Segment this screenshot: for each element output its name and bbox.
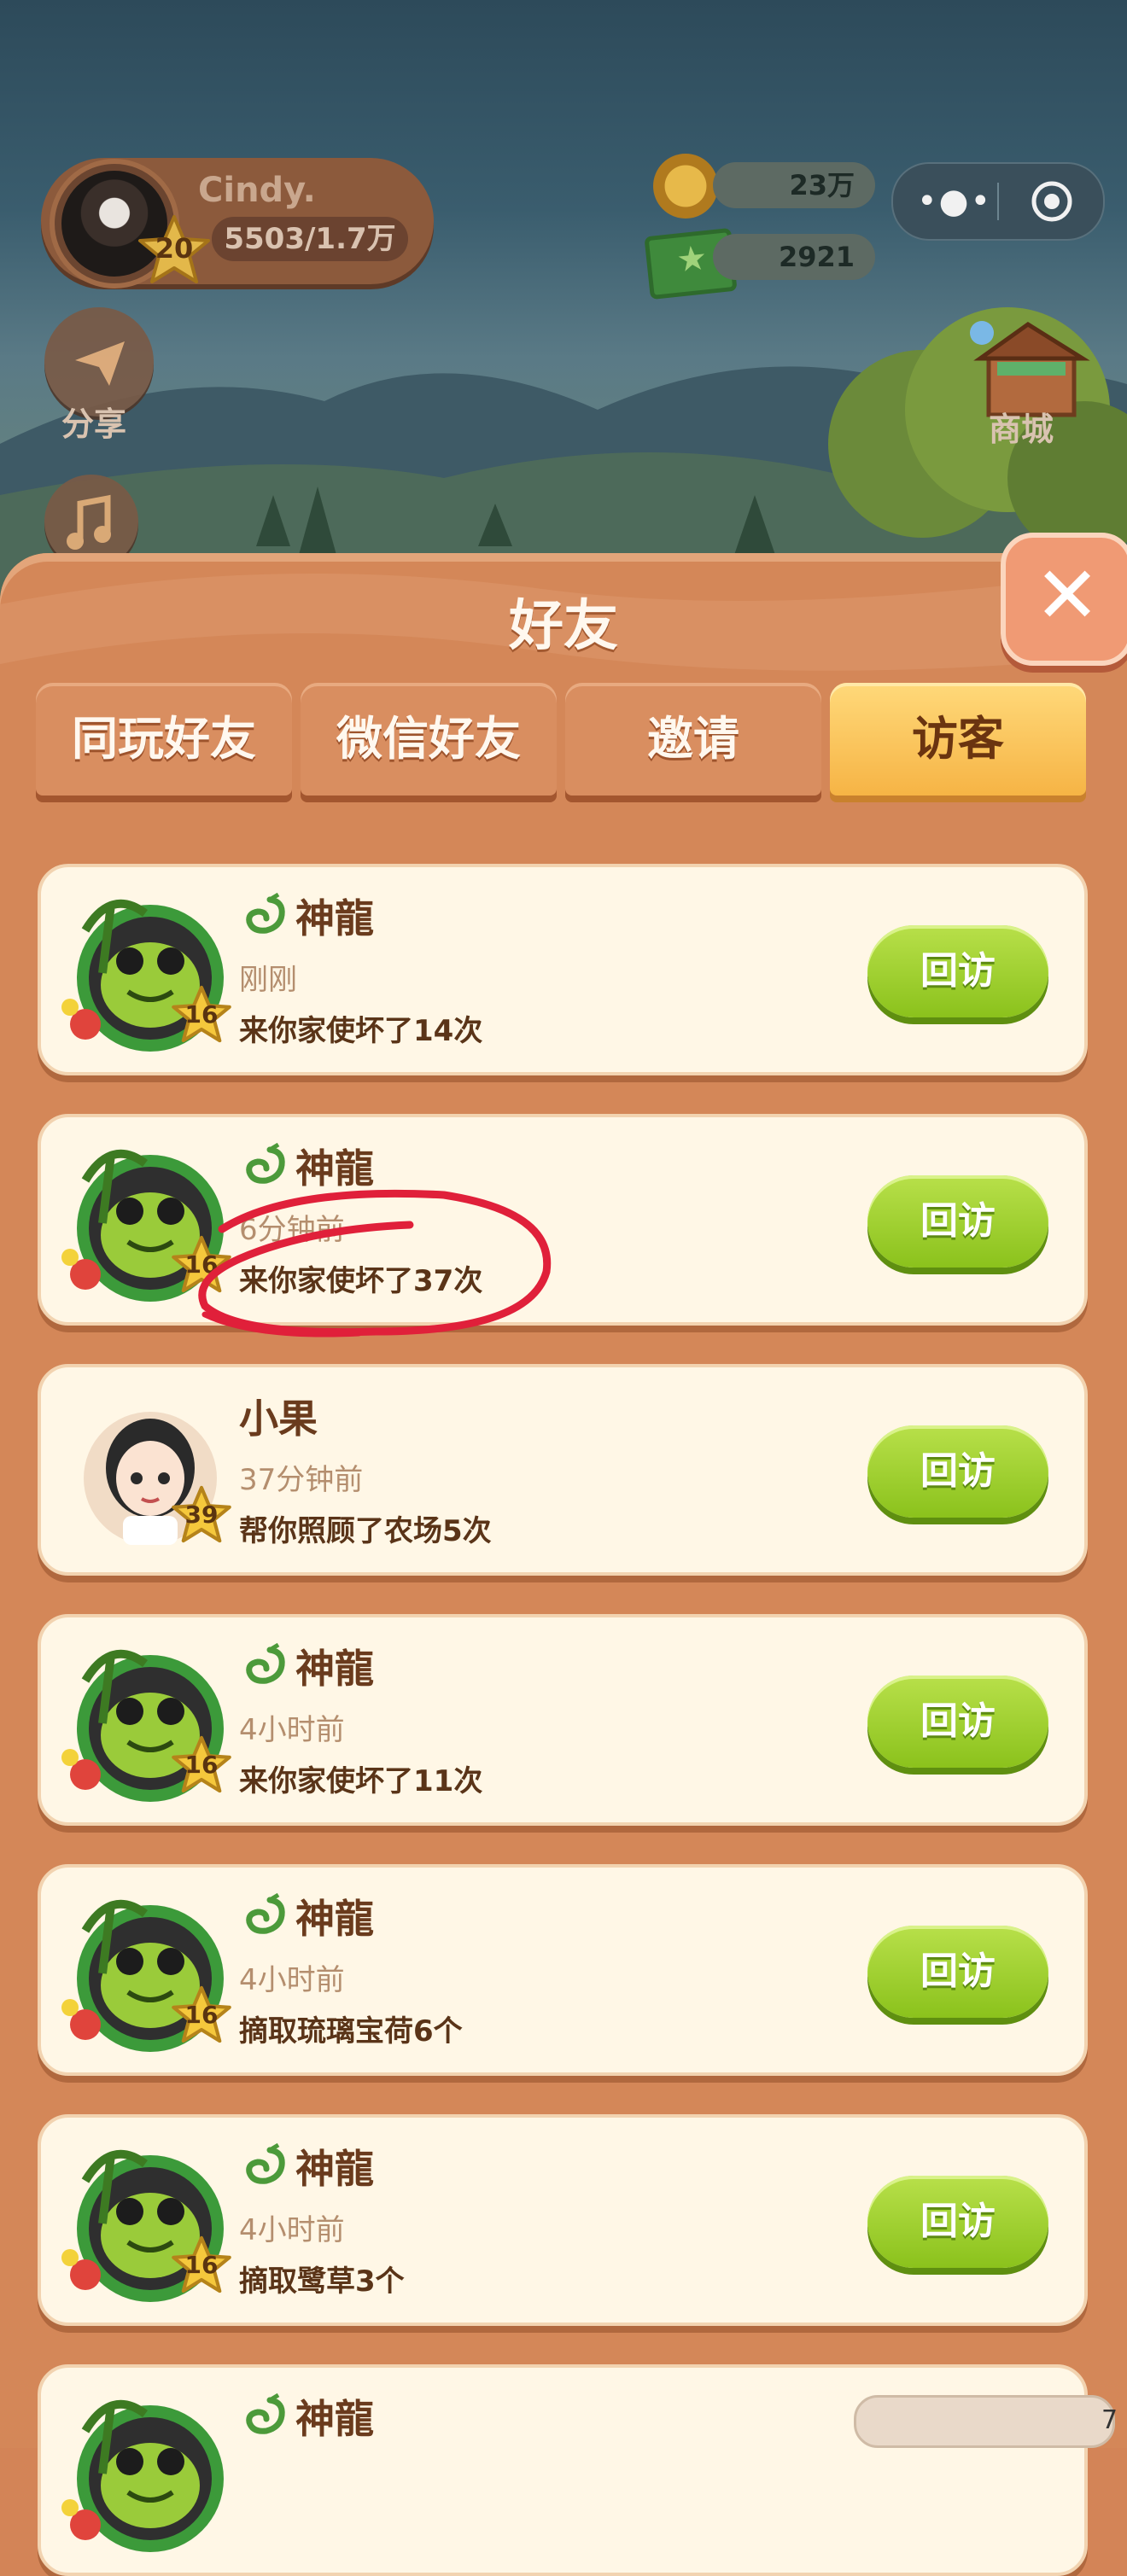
experience-bar: 5503/1.7万: [212, 217, 408, 261]
shop-label: 商城: [989, 411, 1054, 448]
visitor-level: 16: [184, 2001, 219, 2029]
visitor-name: 神龍: [295, 1896, 374, 1942]
visit-action: 帮你照顾了农场5次: [239, 1514, 492, 1548]
revisit-button[interactable]: 回访: [867, 925, 1048, 1017]
visitor-card[interactable]: 16 神龍 4小时前 摘取鹭草3个 回访: [38, 2114, 1088, 2326]
corner-number: 7: [1101, 2405, 1118, 2435]
visit-time: 37分钟前: [239, 1463, 364, 1497]
coin-balance: 23万: [713, 162, 875, 208]
visitor-name: 神龍: [295, 2146, 374, 2192]
revisit-button[interactable]: 回访: [867, 1676, 1048, 1768]
level-star-icon: 16: [171, 1735, 232, 1793]
tab-invite[interactable]: 邀请: [565, 683, 821, 796]
visitor-level: 16: [184, 2251, 219, 2279]
revisit-button[interactable]: 回访: [867, 1175, 1048, 1268]
visit-action: 来你家使坏了11次: [239, 1764, 483, 1798]
farm-background: [0, 0, 1127, 597]
capsule-divider: [997, 183, 999, 220]
visitor-name: 神龍: [295, 1646, 374, 1692]
more-icon[interactable]: •●•: [917, 183, 990, 220]
visitor-name: 神龍: [295, 895, 374, 941]
player-name: Cindy.: [198, 171, 316, 210]
close-icon: ✕: [1034, 550, 1101, 641]
miniprogram-capsule: •●•: [891, 162, 1105, 241]
close-panel-button[interactable]: ✕: [1001, 533, 1127, 666]
dragon-icon: [241, 2392, 290, 2439]
visitor-name: 小果: [239, 1396, 318, 1442]
visitor-card[interactable]: 39 小果 37分钟前 帮你照顾了农场5次 回访: [38, 1364, 1088, 1576]
close-miniprogram-icon[interactable]: [1030, 179, 1074, 224]
visitor-card[interactable]: 16 神龍 4小时前 来你家使坏了11次 回访: [38, 1614, 1088, 1826]
revisit-button[interactable]: 回访: [867, 1926, 1048, 2018]
dragon-icon: [241, 2142, 290, 2189]
panel-title: 好友: [509, 595, 618, 658]
revisit-button[interactable]: 回访: [867, 2176, 1048, 2268]
level-star-icon: 16: [171, 985, 232, 1043]
tab-wechat-friends[interactable]: 微信好友: [301, 683, 557, 796]
visitor-card[interactable]: 16 神龍 4小时前 摘取琉璃宝荷6个 回访: [38, 1864, 1088, 2076]
visitor-level: 16: [184, 1751, 219, 1779]
visit-action: 摘取鹭草3个: [239, 2264, 405, 2299]
level-star-icon: 16: [171, 1985, 232, 2043]
level-star-icon: 16: [171, 2235, 232, 2293]
visitor-name: 神龍: [295, 2396, 374, 2442]
visitor-card[interactable]: 16 神龍 刚刚 来你家使坏了14次 回访: [38, 864, 1088, 1075]
player-level-star-icon: 20: [137, 215, 212, 283]
share-label: 分享: [61, 405, 127, 443]
dragon-icon: [241, 892, 290, 939]
tab-play-friends[interactable]: 同玩好友: [36, 683, 292, 796]
dragon-icon: [241, 1892, 290, 1939]
coin-icon: [653, 154, 718, 219]
red-annotation-circle: [198, 1189, 552, 1338]
visitor-level: 39: [184, 1501, 219, 1529]
cash-balance: 2921: [713, 234, 875, 280]
visit-time: 4小时前: [239, 1963, 345, 1997]
frog-avatar-icon[interactable]: [51, 2380, 231, 2559]
bottom-toolbar[interactable]: [854, 2395, 1115, 2448]
visitor-level: 16: [184, 1000, 219, 1029]
tab-visitors[interactable]: 访客: [830, 683, 1086, 796]
level-star-icon: 39: [171, 1485, 232, 1543]
visit-time: 4小时前: [239, 2213, 345, 2247]
visit-time: 刚刚: [239, 963, 297, 997]
player-level: 20: [155, 232, 194, 265]
dragon-icon: [241, 1642, 290, 1689]
visit-time: 4小时前: [239, 1713, 345, 1747]
visit-action: 摘取琉璃宝荷6个: [239, 2014, 463, 2049]
visit-action: 来你家使坏了14次: [239, 1014, 483, 1048]
revisit-button[interactable]: 回访: [867, 1425, 1048, 1518]
